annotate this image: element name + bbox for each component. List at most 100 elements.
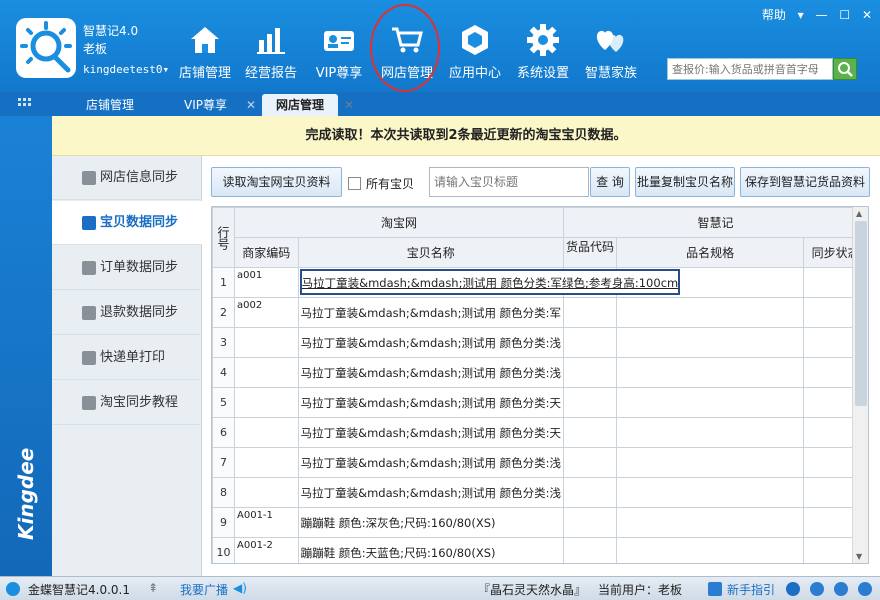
table-row[interactable]: 9 A001-1 蹦蹦鞋 颜色:深灰色;尺码:160/80(XS) (212, 507, 868, 538)
spec-cell[interactable] (616, 477, 805, 508)
table-row[interactable]: 4 马拉丁童装&mdash;&mdash;测试用 颜色分类:浅 (212, 357, 868, 388)
quote-search (667, 58, 833, 80)
nav-vip[interactable]: VIP尊享 (304, 22, 374, 82)
grid-vertical-scrollbar[interactable]: ▲ ▼ (852, 207, 868, 563)
account-dropdown[interactable]: kingdeetest0▾ (83, 63, 169, 76)
product-code-cell[interactable] (562, 297, 618, 328)
notification-icon[interactable] (786, 582, 800, 596)
nav-system-settings[interactable]: 系统设置 (508, 22, 578, 82)
table-row[interactable]: 2 a002 马拉丁童装&mdash;&mdash;测试用 颜色分类:军 (212, 297, 868, 328)
item-name-cell[interactable]: 马拉丁童装&mdash;&mdash;测试用 颜色分类:天 (297, 417, 565, 448)
table-row[interactable]: 5 马拉丁童装&mdash;&mdash;测试用 颜色分类:天 (212, 387, 868, 418)
item-name-cell[interactable]: 马拉丁童装&mdash;&mdash;测试用 颜色分类:浅 (297, 447, 565, 478)
scroll-up-icon[interactable]: ▲ (856, 209, 862, 218)
chat-icon[interactable] (834, 582, 848, 596)
spec-cell[interactable] (616, 537, 805, 563)
product-code-cell[interactable] (562, 537, 618, 563)
query-button[interactable]: 查 询 (590, 167, 630, 197)
minimize-icon[interactable]: — (816, 8, 828, 22)
item-name-cell[interactable]: 蹦蹦鞋 颜色:深灰色;尺码:160/80(XS) (297, 507, 565, 538)
sidemenu-taobao-tutorial[interactable]: 淘宝同步教程 (52, 381, 202, 425)
merchant-code-cell[interactable] (234, 477, 299, 508)
item-name-editor[interactable]: 马拉丁童装&mdash;&mdash;测试用 颜色分类:军绿色;参考身高:100… (299, 269, 681, 295)
tab-shop-manage[interactable]: 店铺管理 (72, 94, 148, 116)
spec-cell[interactable] (616, 387, 805, 418)
merchant-code-cell[interactable]: a002 (234, 297, 299, 328)
maximize-icon[interactable]: ☐ (839, 8, 850, 22)
sidemenu-item-data-sync[interactable]: 宝贝数据同步 (52, 201, 202, 245)
product-code-cell[interactable] (562, 447, 618, 478)
sidemenu-shop-info-sync[interactable]: 网店信息同步 (52, 156, 202, 200)
spec-cell[interactable] (616, 327, 805, 358)
spec-cell[interactable] (616, 447, 805, 478)
product-code-cell[interactable] (562, 477, 618, 508)
help-circle-icon[interactable] (810, 582, 824, 596)
spec-cell[interactable] (616, 357, 805, 388)
spec-cell[interactable] (616, 417, 805, 448)
tab-vip-close-icon[interactable]: ✕ (246, 94, 258, 116)
merchant-code-cell[interactable] (234, 357, 299, 388)
sidemenu-express-print[interactable]: 快递单打印 (52, 336, 202, 380)
search-button[interactable] (833, 58, 857, 80)
apps-grid-icon[interactable] (18, 98, 32, 110)
piggy-icon (82, 396, 96, 410)
merchant-code-cell[interactable]: a001 (234, 267, 299, 298)
product-code-cell[interactable] (562, 507, 618, 538)
item-name-cell[interactable]: 马拉丁童装&mdash;&mdash;测试用 颜色分类:天 (297, 387, 565, 418)
save-to-products-button[interactable]: 保存到智慧记货品资料 (740, 167, 870, 197)
merchant-code-cell[interactable] (234, 387, 299, 418)
item-name-cell[interactable]: 马拉丁童装&mdash;&mdash;测试用 颜色分类:浅 (297, 327, 565, 358)
nav-app-center[interactable]: 应用中心 (440, 22, 510, 82)
guide-icon[interactable] (708, 582, 722, 596)
table-row[interactable]: 8 马拉丁童装&mdash;&mdash;测试用 颜色分类:浅 (212, 477, 868, 508)
table-row[interactable]: 7 马拉丁童装&mdash;&mdash;测试用 颜色分类:浅 (212, 447, 868, 478)
scrollbar-thumb[interactable] (855, 221, 867, 406)
product-code-cell[interactable] (562, 327, 618, 358)
tab-online-store[interactable]: 网店管理 (262, 94, 339, 116)
product-code-cell[interactable] (562, 387, 618, 418)
spec-cell[interactable] (616, 297, 805, 328)
help-link[interactable]: 帮助 (762, 6, 786, 23)
spec-cell[interactable] (616, 507, 805, 538)
row-number: 4 (212, 357, 235, 388)
tab-vip[interactable]: VIP尊享 (170, 94, 241, 116)
batch-copy-names-button[interactable]: 批量复制宝贝名称 (635, 167, 735, 197)
read-taobao-items-button[interactable]: 读取淘宝网宝贝资料 (211, 167, 342, 197)
item-name-cell[interactable]: 马拉丁童装&mdash;&mdash;测试用 颜色分类:军 (297, 297, 565, 328)
menu-dropdown-icon[interactable]: ▾ (798, 8, 804, 22)
merchant-code-cell[interactable] (234, 417, 299, 448)
table-row[interactable]: 1 a001 马拉丁童装&mdash;&mdash;测试用 颜色分类:军绿色;参… (212, 267, 868, 298)
weibo-icon[interactable] (858, 582, 872, 596)
merchant-code-cell[interactable]: A001-1 (234, 507, 299, 538)
table-row[interactable]: 10 A001-2 蹦蹦鞋 颜色:天蓝色;尺码:160/80(XS) (212, 537, 868, 563)
merchant-code-cell[interactable] (234, 327, 299, 358)
beginner-guide-link[interactable]: 新手指引 (727, 581, 775, 598)
item-name-cell[interactable]: 马拉丁童装&mdash;&mdash;测试用 颜色分类:浅 (297, 357, 565, 388)
quote-search-input[interactable] (668, 59, 832, 79)
product-version: 金蝶智慧记4.0.0.1 (28, 583, 130, 597)
item-name-cell[interactable]: 蹦蹦鞋 颜色:天蓝色;尺码:160/80(XS) (297, 537, 565, 563)
item-name-cell[interactable]: 马拉丁童装&mdash;&mdash;测试用 颜色分类:浅 (297, 477, 565, 508)
scroll-down-icon[interactable]: ▼ (856, 552, 862, 561)
nav-shop-manage[interactable]: 店铺管理 (170, 22, 240, 82)
nav-business-report[interactable]: 经营报告 (236, 22, 306, 82)
item-title-input[interactable] (430, 168, 588, 196)
sidemenu-order-sync[interactable]: 订单数据同步 (52, 246, 202, 290)
broadcast-link[interactable]: 我要广播 (180, 581, 228, 598)
nav-wisdom-family[interactable]: 智慧家族 (576, 22, 646, 82)
upload-icon[interactable]: ⇞ (148, 581, 158, 595)
all-items-checkbox[interactable] (348, 177, 361, 190)
close-icon[interactable]: ✕ (862, 8, 872, 22)
sidemenu-refund-sync[interactable]: 退款数据同步 (52, 291, 202, 335)
product-code-cell[interactable] (562, 357, 618, 388)
table-row[interactable]: 3 马拉丁童装&mdash;&mdash;测试用 颜色分类:浅 (212, 327, 868, 358)
item-name-cell[interactable]: 马拉丁童装&mdash;&mdash;测试用 颜色分类:军绿色;参考身高:100… (297, 267, 681, 298)
merchant-code-cell[interactable] (234, 447, 299, 478)
speaker-icon[interactable]: ◀) (233, 581, 247, 595)
table-row[interactable]: 6 马拉丁童装&mdash;&mdash;测试用 颜色分类:天 (212, 417, 868, 448)
header-group-zhihuiji: 智慧记 (563, 207, 868, 238)
product-code-cell[interactable] (562, 417, 618, 448)
tab-online-store-close-icon[interactable]: ✕ (344, 94, 356, 116)
merchant-code-cell[interactable]: A001-2 (234, 537, 299, 563)
header-row-no: 行号 (212, 207, 235, 268)
